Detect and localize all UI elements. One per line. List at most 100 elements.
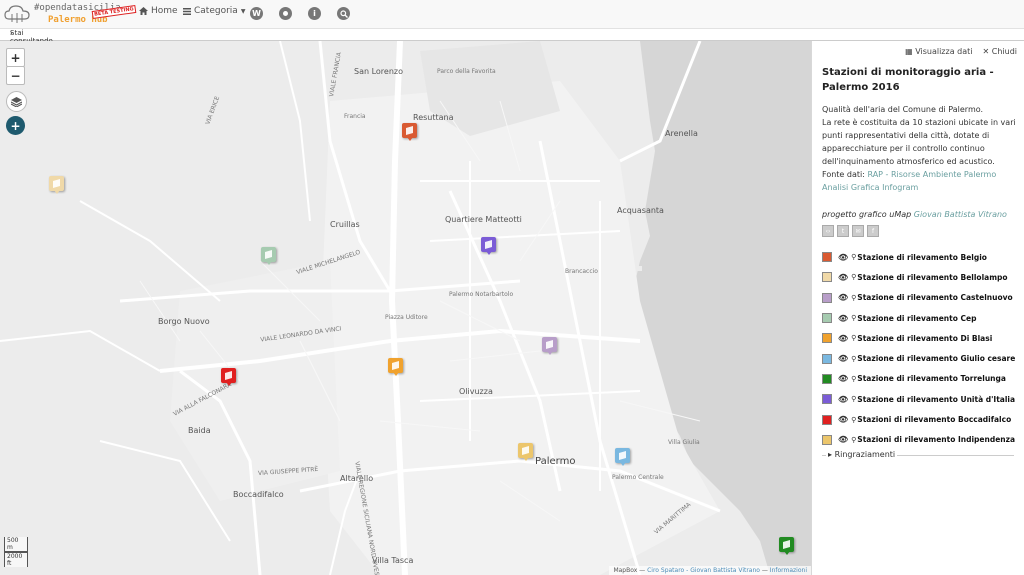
zoom-to-icon[interactable]: ⚲	[851, 294, 856, 302]
marker-castelnuovo[interactable]	[542, 337, 557, 355]
scale-metric: 500 m	[4, 537, 28, 552]
analysis-link[interactable]: Analisi Grafica Infogram	[822, 181, 1017, 194]
attribution-separator: —	[761, 567, 768, 574]
layer-name: Stazione di rilevamento Torrelunga	[857, 374, 1006, 384]
eye-icon[interactable]: 👁	[838, 354, 848, 363]
zoom-to-icon[interactable]: ⚲	[851, 273, 856, 281]
layers-button[interactable]	[6, 91, 27, 112]
nav-category-dropdown[interactable]: Categoria ▼	[183, 6, 245, 16]
eye-icon[interactable]: 👁	[838, 334, 848, 343]
eye-icon[interactable]: 👁	[838, 273, 848, 282]
table-icon: ▦	[905, 47, 913, 56]
marker-torrelunga[interactable]	[779, 537, 794, 555]
zoom-to-icon[interactable]: ⚲	[851, 334, 856, 342]
eye-icon[interactable]: 👁	[838, 395, 848, 404]
cube-icon	[546, 340, 553, 349]
attribution-prefix: MapBox —	[613, 567, 646, 574]
eye-icon[interactable]: 👁	[838, 293, 848, 302]
layer-item[interactable]: 👁 ⚲ Stazione di rilevamento Cep	[822, 308, 1022, 328]
zoom-to-icon[interactable]: ⚲	[851, 314, 856, 322]
layer-item[interactable]: 👁 ⚲ Stazione di rilevamento Giulio cesare	[822, 348, 1022, 368]
marker-indipendenza[interactable]	[518, 443, 533, 461]
thanks-text: Ringraziamenti	[834, 450, 896, 459]
credit-link[interactable]: Giovan Battista Vitrano	[914, 210, 1007, 219]
search-icon[interactable]	[337, 7, 350, 20]
marker-bellolampo[interactable]	[49, 176, 64, 194]
marker-giulio-cesare[interactable]	[615, 448, 630, 466]
zoom-out-button[interactable]: −	[6, 66, 25, 85]
cube-icon	[406, 126, 413, 135]
zoom-to-icon[interactable]: ⚲	[851, 355, 856, 363]
cube-icon	[485, 240, 492, 249]
github-icon[interactable]	[279, 7, 292, 20]
nav-home[interactable]: Home	[139, 6, 178, 16]
thanks-section-toggle[interactable]: ▸ Ringraziamenti	[822, 450, 1014, 459]
eye-icon[interactable]: 👁	[838, 415, 848, 424]
attribution-credit-link[interactable]: Ciro Spataro - Giovan Battista Vitrano	[647, 567, 760, 574]
zoom-to-icon[interactable]: ⚲	[851, 436, 856, 444]
marker-di-blasi[interactable]	[388, 358, 403, 376]
wikipedia-icon[interactable]: W	[250, 7, 263, 20]
layer-item[interactable]: 👁 ⚲ Stazione di rilevamento Torrelunga	[822, 369, 1022, 389]
source-link[interactable]: RAP - Risorse Ambiente Palermo	[867, 170, 996, 179]
panel-description: Qualità dell'aria del Comune di Palermo.…	[822, 103, 1017, 194]
zoom-to-icon[interactable]: ⚲	[851, 416, 856, 424]
layer-item[interactable]: 👁 ⚲ Stazione di rilevamento Bellolampo	[822, 267, 1022, 287]
layer-item[interactable]: 👁 ⚲ Stazioni di rilevamento Boccadifalco	[822, 409, 1022, 429]
view-data-button[interactable]: ▦ Visualizza dati	[905, 47, 972, 56]
close-panel-button[interactable]: ✕ Chiudi	[983, 47, 1018, 56]
marker-unita-italia[interactable]	[481, 237, 496, 255]
place-label: Quartiere Matteotti	[445, 215, 522, 224]
thanks-label: ▸ Ringraziamenti	[826, 450, 898, 459]
twitter-icon[interactable]: t	[837, 225, 849, 237]
email-icon[interactable]: ✉	[852, 225, 864, 237]
marker-belgio[interactable]	[402, 123, 417, 141]
layer-item[interactable]: 👁 ⚲ Stazioni di rilevamento Indipendenza	[822, 430, 1022, 450]
layer-item[interactable]: 👁 ⚲ Stazione di rilevamento Unità d'Italia	[822, 389, 1022, 409]
layer-name: Stazione di rilevamento Giulio cesare	[857, 354, 1016, 364]
credit-prefix: progetto grafico uMap	[822, 210, 912, 219]
panel-actions: ▦ Visualizza dati ✕ Chiudi	[905, 47, 1017, 56]
description-line-1: Qualità dell'aria del Comune di Palermo.	[822, 105, 984, 114]
place-label: Cruillas	[330, 220, 360, 229]
layer-name: Stazione di rilevamento Cep	[857, 313, 977, 323]
caret-down-icon: ▼	[240, 7, 246, 15]
map-canvas[interactable]: San Lorenzo Resuttana Arenella Acquasant…	[0, 41, 811, 575]
layer-item[interactable]: 👁 ⚲ Stazione di rilevamento Di Blasi	[822, 328, 1022, 348]
close-icon: ✕	[982, 47, 990, 56]
info-icon[interactable]: i	[308, 7, 321, 20]
attribution-info-link[interactable]: Informazioni	[770, 567, 807, 574]
scale-imperial: 2000 ft	[4, 552, 28, 567]
layer-name: Stazione di rilevamento Belgio	[857, 252, 987, 262]
eye-icon[interactable]: 👁	[838, 374, 848, 383]
list-icon	[183, 7, 191, 15]
marker-boccadifalco[interactable]	[221, 368, 236, 386]
source-label: Fonte dati:	[822, 170, 865, 179]
embed-icon[interactable]: ‹›	[822, 225, 834, 237]
layer-name: Stazione di rilevamento Castelnuovo	[857, 293, 1013, 303]
layer-item[interactable]: 👁 ⚲ Stazione di rilevamento Belgio	[822, 247, 1022, 267]
eye-icon[interactable]: 👁	[838, 314, 848, 323]
cube-icon	[225, 371, 232, 380]
add-button[interactable]: +	[6, 116, 25, 135]
zoom-in-button[interactable]: +	[6, 48, 25, 67]
zoom-to-icon[interactable]: ⚲	[851, 253, 856, 261]
layer-color-swatch	[822, 313, 832, 324]
brand-logo[interactable]: #opendatasicilia Palermo Hub BETA TESTIN…	[4, 2, 137, 26]
layer-color-swatch	[822, 414, 832, 425]
place-label: Palermo Centrale	[612, 474, 664, 481]
facebook-icon[interactable]: f	[867, 225, 879, 237]
map-attribution: MapBox — Ciro Spataro - Giovan Battista …	[609, 566, 811, 575]
zoom-to-icon[interactable]: ⚲	[851, 395, 856, 403]
place-label: Borgo Nuovo	[158, 317, 210, 326]
nav-category-label: Categoria	[194, 6, 238, 16]
marker-cep[interactable]	[261, 247, 276, 265]
layer-item[interactable]: 👁 ⚲ Stazione di rilevamento Castelnuovo	[822, 288, 1022, 308]
eye-icon[interactable]: 👁	[838, 435, 848, 444]
place-label: Palermo Notarbartolo	[449, 291, 514, 298]
zoom-to-icon[interactable]: ⚲	[851, 375, 856, 383]
layer-color-swatch	[822, 434, 832, 445]
layer-color-swatch	[822, 394, 832, 405]
eye-icon[interactable]: 👁	[838, 253, 848, 262]
place-label: Olivuzza	[459, 387, 493, 396]
